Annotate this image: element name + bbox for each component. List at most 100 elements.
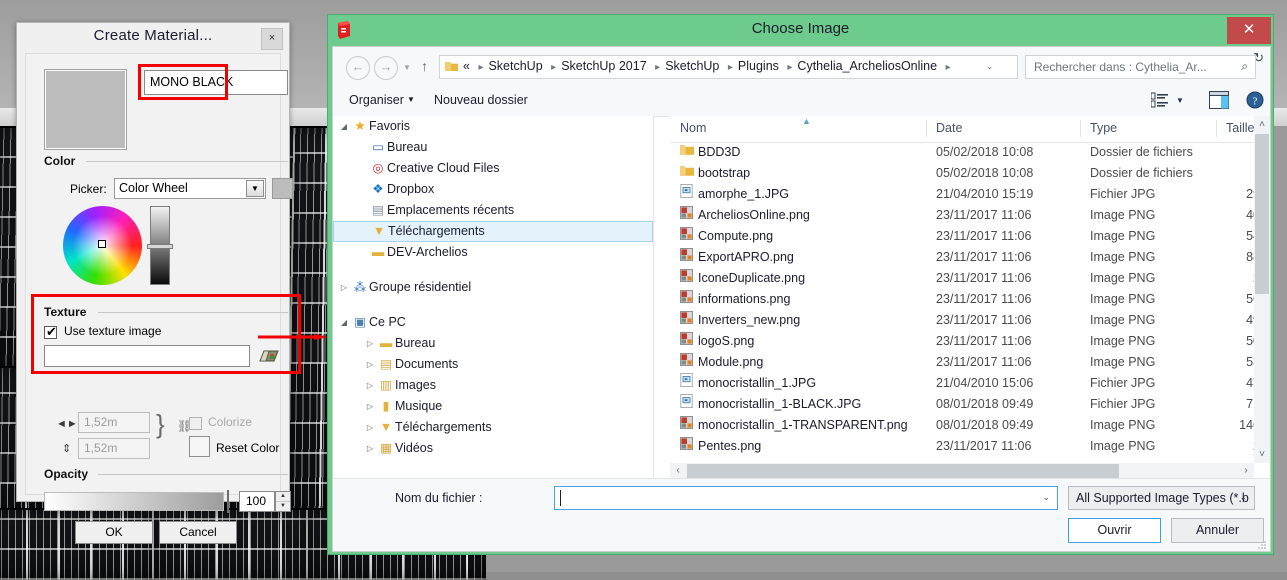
picker-select[interactable]: Color Wheel ▼ bbox=[114, 178, 266, 199]
scroll-left-icon[interactable]: ‹ bbox=[670, 463, 686, 479]
tree-item-musique[interactable]: ▷ ▮ Musique bbox=[333, 396, 653, 417]
file-row[interactable]: IconeDuplicate.png 23/11/2017 11:06 Image … bbox=[670, 268, 1270, 289]
colorize-checkbox[interactable] bbox=[189, 417, 202, 430]
organiser-button[interactable]: Organiser bbox=[349, 93, 404, 107]
recent-locations-dropdown-icon[interactable]: ▼ bbox=[403, 63, 411, 72]
tree-item-ce-pc[interactable]: ◢ ▣ Ce PC bbox=[333, 312, 653, 333]
column-header-date[interactable]: Date bbox=[936, 121, 962, 135]
file-row[interactable]: bootstrap 05/02/2018 10:08 Dossier de fich… bbox=[670, 163, 1270, 184]
back-icon[interactable]: ← bbox=[346, 56, 370, 80]
twisty-collapsed-icon[interactable]: ▷ bbox=[363, 375, 377, 396]
twisty-collapsed-icon[interactable]: ▷ bbox=[363, 354, 377, 375]
up-one-level-icon[interactable]: ↑ bbox=[421, 58, 428, 74]
breadcrumb-bar[interactable]: « ▸ SketchUp ▸ SketchUp 2017 ▸ SketchUp ▸ Pl… bbox=[439, 55, 1018, 79]
chevron-down-icon[interactable]: ▼ bbox=[407, 95, 415, 104]
file-row[interactable]: BDD3D 05/02/2018 10:08 Dossier de fichiers bbox=[670, 142, 1270, 163]
tree-item-favoris[interactable]: ◢ ★ Favoris bbox=[333, 116, 653, 137]
tree-item-emplacements-r-cents[interactable]: ▤ Emplacements récents bbox=[333, 200, 653, 221]
breadcrumb-item[interactable]: SketchUp 2017 bbox=[561, 59, 646, 73]
close-icon[interactable]: ✕ bbox=[1227, 17, 1271, 44]
color-wheel-cursor[interactable] bbox=[98, 240, 106, 248]
column-header-type[interactable]: Type bbox=[1090, 121, 1117, 135]
picker-current-color-swatch[interactable] bbox=[272, 178, 293, 199]
view-layout-icon[interactable] bbox=[1151, 92, 1169, 109]
tree-item-images[interactable]: ▷ ▥ Images bbox=[333, 375, 653, 396]
value-slider-thumb[interactable] bbox=[147, 244, 173, 249]
file-row[interactable]: monocristallin_1.JPG 21/04/2010 15:06 Fich… bbox=[670, 373, 1270, 394]
tree-item-vid-os[interactable]: ▷ ▦ Vidéos bbox=[333, 438, 653, 459]
column-divider[interactable] bbox=[1080, 120, 1081, 137]
chevron-down-icon[interactable]: ▼ bbox=[1176, 96, 1184, 105]
opacity-stepper[interactable]: ▲ ▼ bbox=[275, 491, 291, 512]
scroll-up-icon[interactable]: ˄ bbox=[1254, 116, 1270, 133]
tree-item-documents[interactable]: ▷ ▤ Documents bbox=[333, 354, 653, 375]
chevron-down-icon[interactable]: ⌄ bbox=[1042, 492, 1050, 503]
file-row[interactable]: monocristallin_1-BLACK.JPG 08/01/2018 09:… bbox=[670, 394, 1270, 415]
tree-item-creative-cloud-files[interactable]: ◎ Creative Cloud Files bbox=[333, 158, 653, 179]
twisty-collapsed-icon[interactable]: ▷ bbox=[363, 417, 377, 438]
breadcrumb-item[interactable]: Plugins bbox=[738, 59, 779, 73]
cancel-button[interactable]: Cancel bbox=[159, 521, 237, 544]
breadcrumb-dropdown-icon[interactable]: ⌄ bbox=[986, 62, 993, 71]
preview-pane-icon[interactable] bbox=[1209, 91, 1229, 109]
new-folder-button[interactable]: Nouveau dossier bbox=[434, 93, 528, 107]
reset-color-button[interactable] bbox=[189, 436, 210, 457]
file-scrollbar-thumb[interactable] bbox=[1255, 134, 1269, 294]
opacity-value-input[interactable]: 100 bbox=[239, 491, 275, 512]
file-row[interactable]: informations.png 23/11/2017 11:06 Image PN… bbox=[670, 289, 1270, 310]
stepper-down-icon[interactable]: ▼ bbox=[276, 502, 290, 511]
open-button[interactable]: Ouvrir bbox=[1068, 518, 1161, 543]
breadcrumb-item[interactable]: Cythelia_ArcheliosOnline bbox=[797, 59, 937, 73]
ok-button[interactable]: OK bbox=[75, 521, 153, 544]
chevron-down-icon[interactable]: ⌄ bbox=[1239, 492, 1247, 503]
tree-item-t-l-chargements[interactable]: ▷ ▼ Téléchargements bbox=[333, 417, 653, 438]
stepper-up-icon[interactable]: ▲ bbox=[276, 492, 290, 502]
file-list-horizontal-scrollbar[interactable]: ‹ › bbox=[670, 463, 1254, 479]
twisty-collapsed-icon[interactable]: ▷ bbox=[363, 396, 377, 417]
forward-icon[interactable]: → bbox=[374, 56, 398, 80]
tree-item-bureau[interactable]: ▭ Bureau bbox=[333, 137, 653, 158]
tree-item-groupe-r-sidentiel[interactable]: ▷ ⁂ Groupe résidentiel bbox=[333, 277, 653, 298]
file-type-select[interactable]: All Supported Image Types (*.b ⌄ bbox=[1068, 486, 1255, 510]
twisty-collapsed-icon[interactable]: ▷ bbox=[337, 277, 351, 298]
file-row[interactable]: Inverters_new.png 23/11/2017 11:06 Image P… bbox=[670, 310, 1270, 331]
breadcrumb-item[interactable]: SketchUp bbox=[488, 59, 542, 73]
file-row[interactable]: Pentes.png23/11/2017 11:06Image PNG2 bbox=[670, 436, 1270, 457]
file-row[interactable]: ArcheliosOnline.png 23/11/2017 11:06 Image… bbox=[670, 205, 1270, 226]
tree-item-dev-archelios[interactable]: ▬ DEV-Archelios bbox=[333, 242, 653, 263]
file-row[interactable]: logoS.png23/11/2017 11:06Image PNG50 bbox=[670, 331, 1270, 352]
texture-height-input[interactable]: 1,52m bbox=[78, 438, 150, 459]
file-row[interactable]: monocristallin_1-TRANSPARENT.png 08/01/20… bbox=[670, 415, 1270, 436]
file-row[interactable]: Module.png23/11/2017 11:06Image PNG53 bbox=[670, 352, 1270, 373]
tree-item-t-l-chargements[interactable]: ▼ Téléchargements bbox=[333, 221, 653, 242]
breadcrumb-item[interactable]: SketchUp bbox=[665, 59, 719, 73]
twisty-collapsed-icon[interactable]: ▷ bbox=[363, 333, 377, 354]
file-list-pane[interactable]: Nom Date Type Taille ▲ BDD3D 05/02/2018 1… bbox=[670, 116, 1270, 479]
opacity-slider-thumb[interactable] bbox=[227, 490, 229, 513]
close-icon[interactable]: × bbox=[261, 28, 283, 50]
file-hscrollbar-thumb[interactable] bbox=[687, 464, 1119, 478]
column-divider[interactable] bbox=[926, 120, 927, 137]
tree-item-dropbox[interactable]: ❖ Dropbox bbox=[333, 179, 653, 200]
resize-grip-icon[interactable] bbox=[1258, 540, 1267, 549]
file-row[interactable]: ExportAPRO.png23/11/2017 11:06Image PNG8… bbox=[670, 247, 1270, 268]
twisty-collapsed-icon[interactable]: ▷ bbox=[363, 438, 377, 459]
file-row[interactable]: amorphe_1.JPG 21/04/2010 15:19 Fichier JPG… bbox=[670, 184, 1270, 205]
opacity-slider[interactable] bbox=[44, 492, 224, 511]
twisty-expanded-icon[interactable]: ◢ bbox=[337, 312, 351, 333]
texture-width-input[interactable]: 1,52m bbox=[78, 412, 150, 433]
file-list-vertical-scrollbar[interactable]: ˄ ˅ bbox=[1254, 116, 1270, 463]
cancel-button[interactable]: Annuler bbox=[1171, 518, 1264, 543]
scroll-right-icon[interactable]: › bbox=[1238, 463, 1254, 479]
search-input[interactable]: Rechercher dans : Cythelia_Ar... ⌕ bbox=[1025, 55, 1256, 79]
twisty-expanded-icon[interactable]: ◢ bbox=[337, 116, 351, 137]
filename-input[interactable]: ⌄ bbox=[554, 486, 1058, 510]
column-divider[interactable] bbox=[1216, 120, 1217, 137]
file-rows[interactable]: BDD3D 05/02/2018 10:08 Dossier de fichiers… bbox=[670, 142, 1270, 479]
navigation-tree[interactable]: ◢ ★ Favoris ▭ Bureau ◎ Creative Cloud Files ❖ Dr… bbox=[333, 116, 654, 479]
scroll-down-icon[interactable]: ˅ bbox=[1254, 446, 1270, 463]
column-header-name[interactable]: Nom bbox=[680, 121, 706, 135]
column-header-size[interactable]: Taille bbox=[1226, 121, 1255, 135]
help-icon[interactable]: ? bbox=[1246, 91, 1264, 109]
file-row[interactable]: Compute.png23/11/2017 11:06Image PNG54 bbox=[670, 226, 1270, 247]
